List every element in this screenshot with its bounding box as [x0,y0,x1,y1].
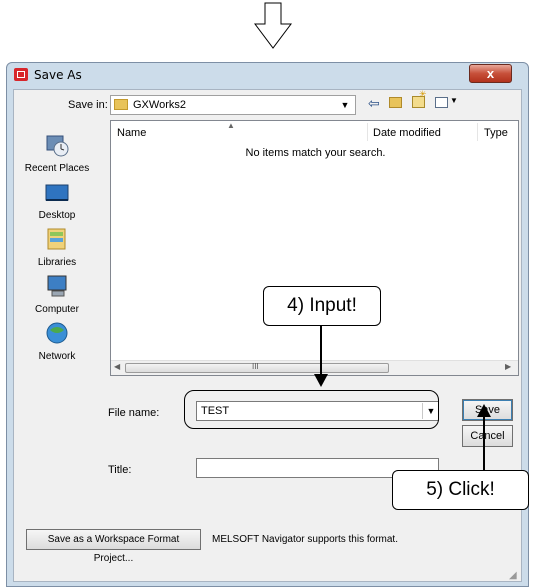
callout-click: 5) Click! [392,470,529,510]
resize-grip-icon[interactable]: ◢ [509,570,517,581]
callout-input: 4) Input! [263,286,381,326]
navigator-note: MELSOFT Navigator supports this format. [212,534,398,545]
input-highlight-frame [184,390,439,429]
network-icon [46,322,68,344]
column-header-date-modified[interactable]: Date modified [373,127,441,139]
place-computer[interactable]: Computer [14,273,100,315]
empty-message: No items match your search. [245,147,386,159]
place-label: Desktop [38,210,76,221]
place-network[interactable]: Network [14,320,100,362]
cancel-button[interactable]: Cancel [462,425,513,447]
file-name-label: File name: [108,407,160,419]
column-divider[interactable] [477,123,478,141]
down-arrow-icon [314,374,328,387]
flow-down-arrow-icon [254,2,292,49]
view-menu-icon[interactable] [435,97,448,108]
column-divider[interactable] [367,123,368,141]
scroll-right-icon[interactable]: ▶ [505,362,511,371]
app-icon [14,68,28,81]
scroll-thumb[interactable]: III [125,362,389,373]
up-folder-icon[interactable] [389,97,402,108]
save-in-select[interactable]: GXWorks2 ▼ [110,95,356,115]
sort-ascending-icon: ▲ [227,121,235,130]
desktop-icon [45,184,69,201]
folder-icon [114,99,128,110]
place-label: Recent Places [24,163,90,174]
view-menu-chevron-icon[interactable]: ▼ [450,96,458,105]
callout-arrow-line [483,415,485,470]
title-bar: Save As x [7,63,528,87]
horizontal-scrollbar[interactable]: ◀ III ▶ [111,360,518,375]
column-header-type[interactable]: Type [484,127,508,139]
computer-icon [47,275,67,297]
recent-places-icon [46,135,69,157]
place-label: Computer [35,304,79,315]
back-arrow-icon[interactable]: ⇦ [368,95,380,112]
close-button[interactable]: x [469,64,512,83]
libraries-icon [47,228,66,250]
place-libraries[interactable]: Libraries [14,226,100,268]
up-arrow-icon [477,404,491,417]
column-header-name[interactable]: Name [117,127,146,139]
scroll-left-icon[interactable]: ◀ [114,362,120,371]
place-label: Network [38,351,76,362]
callout-arrow-line [320,326,322,376]
save-in-value: GXWorks2 [133,99,186,111]
file-list[interactable]: Name ▲ Date modified Type No items match… [110,120,519,376]
title-label: Title: [108,464,132,476]
place-desktop[interactable]: Desktop [14,179,100,221]
place-label: Libraries [37,257,77,268]
scroll-grip: III [252,362,259,371]
place-recent-places[interactable]: Recent Places [14,132,100,174]
save-as-workspace-button[interactable]: Save as a Workspace Format Project... [26,529,201,564]
save-in-label: Save in: [68,99,108,111]
new-folder-icon[interactable] [412,89,427,108]
chevron-down-icon[interactable]: ▼ [337,97,353,113]
dialog-title: Save As [34,68,82,82]
